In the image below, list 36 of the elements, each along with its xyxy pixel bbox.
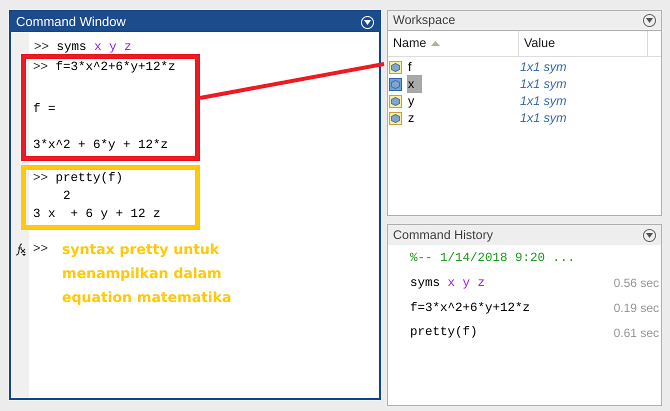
command-line: >> syms x y z [33,40,133,54]
panel-menu-icon[interactable] [643,14,656,27]
history-entry[interactable]: pretty(f) [410,323,478,342]
command-line: 3*x^2 + 6*y + 12*z [33,138,170,152]
execution-time: 0.19 sec [614,300,659,317]
history-entry[interactable]: syms x y z [410,274,486,292]
cube-icon [389,61,402,74]
history-entry[interactable]: f=3*x^2+6*y+12*z [410,298,530,318]
variable-value: 1x1 sym [520,76,567,94]
variable-name[interactable]: f [404,58,518,77]
variable-value: 1x1 sym [520,110,567,128]
command-line: 3 x + 6 y + 12 z [33,207,162,221]
column-header[interactable]: Name [388,31,519,56]
cube-icon [389,112,402,125]
session-header: %-- 1/14/2018 9:20 ... [410,250,576,267]
panel-menu-icon[interactable] [643,228,656,242]
command-line: 2 [62,189,72,203]
variable-name[interactable]: y [404,92,518,111]
command-line: f = [33,102,57,116]
column-header[interactable]: Value [519,31,648,56]
variable-value: 1x1 sym [520,59,567,76]
command-prompt: >> [33,242,48,258]
execution-time: 0.61 sec [614,324,659,342]
command-line: >> pretty(f) [33,171,124,185]
variable-value: 1x1 sym [520,93,567,110]
panel-title: Workspace [393,12,456,30]
panel-title: Command Window [16,13,126,32]
command-line: >> f=3*x^2+6*y+12*z [33,60,177,74]
panel-title: Command History [393,226,494,244]
variable-name[interactable]: z [404,109,518,128]
sort-ascending-icon [431,41,440,46]
cube-icon [389,95,402,108]
cube-icon [389,78,402,91]
variable-name[interactable]: x [404,75,518,94]
annotation-text: syntax pretty untuk menampilkan dalam equation matematika [62,241,232,308]
execution-time: 0.56 sec [614,275,659,292]
